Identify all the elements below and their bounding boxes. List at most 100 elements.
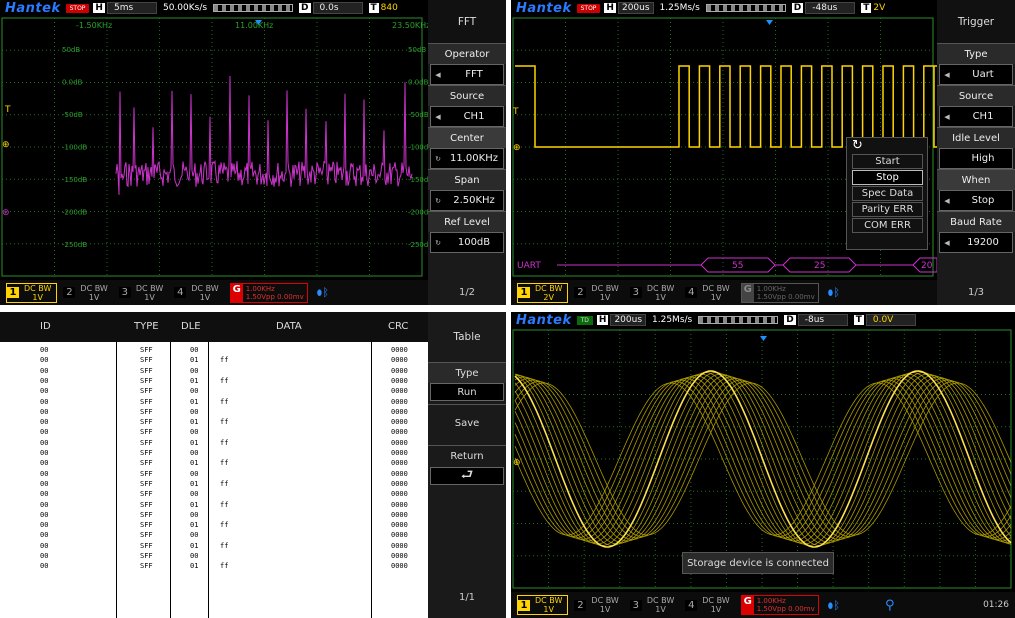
memory-position-indicator <box>698 316 779 324</box>
hantek-logo: Hantek <box>5 0 61 16</box>
h-label: H <box>93 3 105 13</box>
type-select[interactable]: ◀ Uart <box>939 64 1013 85</box>
table-cell: 00 <box>40 418 49 427</box>
ch3-status[interactable]: 3 DC BW 1V <box>629 283 679 303</box>
when-option-parity-err[interactable]: Parity ERR <box>852 202 923 217</box>
table-row[interactable]: 00 SFF 00 0000 <box>0 490 428 500</box>
ch1-status[interactable]: 1 DC BW 1V <box>517 595 569 615</box>
baud-rate-title[interactable]: Baud Rate <box>937 211 1015 232</box>
table-cell: 00 <box>190 531 199 540</box>
table-row[interactable]: 00 SFF 01 ff 0000 <box>0 562 428 572</box>
return-button[interactable]: ⮐ <box>430 467 504 485</box>
timebase-value[interactable]: 5ms <box>106 2 157 14</box>
source-select[interactable]: ◀ CH1 <box>430 106 504 127</box>
delay-value[interactable]: 0.0s <box>312 2 363 14</box>
reflevel-title[interactable]: Ref Level <box>428 211 506 232</box>
table-cell: 00 <box>40 438 49 447</box>
table-row[interactable]: 00 SFF 00 0000 <box>0 387 428 397</box>
generator-status[interactable]: G 1.00KHz 1.50Vpp 0.00mv <box>740 595 819 615</box>
table-row[interactable]: 00 SFF 00 0000 <box>0 367 428 377</box>
generator-status[interactable]: G 1.00KHz 1.50Vpp 0.00mv <box>740 282 819 303</box>
delay-value[interactable]: -48us <box>805 2 856 14</box>
run-status-badge[interactable]: STOP <box>65 3 90 13</box>
idle-level-title[interactable]: Idle Level <box>937 127 1015 148</box>
source-title[interactable]: Source <box>937 85 1015 106</box>
table-row[interactable]: 00 SFF 01 ff 0000 <box>0 356 428 366</box>
when-option-spec-data[interactable]: Spec Data <box>852 186 923 201</box>
table-cell: 0000 <box>391 418 408 427</box>
operator-select[interactable]: ◀ FFT <box>430 64 504 85</box>
ch1-status[interactable]: 1 DC BW 1V <box>6 282 58 303</box>
table-row[interactable]: 00 SFF 00 0000 <box>0 470 428 480</box>
trigger-side-menu: Trigger Type ◀ Uart Source ◀ CH1 Idle Leve… <box>937 0 1015 280</box>
span-knob[interactable]: ↻ 2.50KHz <box>430 190 504 211</box>
table-row[interactable]: 00 SFF 00 0000 <box>0 511 428 521</box>
ch2-status[interactable]: 2 DC BW 1V <box>574 595 623 615</box>
ch4-status[interactable]: 4 DC BW 1V <box>174 283 223 303</box>
table-row[interactable]: 00 SFF 00 0000 <box>0 408 428 418</box>
col-header-type: TYPE <box>134 321 159 332</box>
when-title[interactable]: When <box>937 169 1015 190</box>
when-value: Stop <box>971 195 995 206</box>
table-row[interactable]: 00 SFF 00 0000 <box>0 428 428 438</box>
table-row[interactable]: 00 SFF 00 0000 <box>0 552 428 562</box>
page-indicator[interactable]: 1/3 <box>937 280 1015 305</box>
run-status-badge[interactable]: TD <box>576 315 593 325</box>
return-title[interactable]: Return <box>428 445 506 466</box>
span-title[interactable]: Span <box>428 169 506 190</box>
generator-status[interactable]: G 1.00KHz 1.50Vpp 0.00mv <box>229 282 308 303</box>
table-row[interactable]: 00 SFF 01 ff 0000 <box>0 398 428 408</box>
table-cell: SFF <box>140 387 153 396</box>
table-row[interactable]: 00 SFF 01 ff 0000 <box>0 501 428 511</box>
type-title[interactable]: Type <box>428 362 506 383</box>
ch2-status[interactable]: 2 DC BW 1V <box>63 283 112 303</box>
trigger-level-marker: T <box>512 107 519 117</box>
trigger-level[interactable]: 2V <box>873 3 885 13</box>
table-cell: SFF <box>140 449 153 457</box>
table-row[interactable]: 00 SFF 00 0000 <box>0 346 428 356</box>
operator-title[interactable]: Operator <box>428 43 506 64</box>
table-cell: ff <box>220 521 229 530</box>
page-indicator[interactable]: 1/2 <box>428 280 506 305</box>
when-option-start[interactable]: Start <box>852 154 923 169</box>
trigger-level[interactable]: 840 <box>381 3 398 13</box>
table-row[interactable]: 00 SFF 00 0000 <box>0 449 428 459</box>
ch4-status[interactable]: 4 DC BW 1V <box>685 595 734 615</box>
table-row[interactable]: 00 SFF 01 ff 0000 <box>0 480 428 490</box>
timebase-value[interactable]: 200us <box>610 314 647 326</box>
col-header-id: ID <box>40 321 51 332</box>
table-row[interactable]: 00 SFF 01 ff 0000 <box>0 439 428 449</box>
ch3-status[interactable]: 3 DC BW 1V <box>629 595 679 615</box>
type-title[interactable]: Type <box>937 43 1015 64</box>
table-cell: 0000 <box>391 366 408 375</box>
table-row[interactable]: 00 SFF 01 ff 0000 <box>0 459 428 469</box>
delay-value[interactable]: -8us <box>797 314 848 326</box>
save-button[interactable]: Save <box>428 404 506 442</box>
table-cell: ff <box>220 541 229 550</box>
when-option-com-err[interactable]: COM ERR <box>852 218 923 233</box>
page-indicator[interactable]: 1/1 <box>428 582 506 612</box>
ch1-status[interactable]: 1 DC BW 2V <box>517 282 569 303</box>
table-row[interactable]: 00 SFF 01 ff 0000 <box>0 377 428 387</box>
type-select[interactable]: Run <box>430 383 504 401</box>
table-row[interactable]: 00 SFF 01 ff 0000 <box>0 521 428 531</box>
ch3-status[interactable]: 3 DC BW 1V <box>118 283 168 303</box>
timebase-value[interactable]: 200us <box>617 2 654 14</box>
source-title[interactable]: Source <box>428 85 506 106</box>
when-select[interactable]: ◀ Stop <box>939 190 1013 211</box>
center-title[interactable]: Center <box>428 127 506 148</box>
reflevel-knob[interactable]: ↻ 100dB <box>430 232 504 253</box>
source-select[interactable]: ◀ CH1 <box>939 106 1013 127</box>
decode-table-screen: ID TYPE DLE DATA CRC 00 SFF 00 0000 00 SFF 01 f… <box>0 312 506 618</box>
table-row[interactable]: 00 SFF 00 0000 <box>0 531 428 541</box>
baud-rate-select[interactable]: ◀ 19200 <box>939 232 1013 253</box>
table-row[interactable]: 00 SFF 01 ff 0000 <box>0 418 428 428</box>
ch4-status[interactable]: 4 DC BW 1V <box>685 283 734 303</box>
center-knob[interactable]: ↻ 11.00KHz <box>430 148 504 169</box>
trigger-level[interactable]: 0.0V <box>865 314 916 326</box>
idle-level-select[interactable]: High <box>939 148 1013 169</box>
when-option-stop[interactable]: Stop <box>852 170 923 185</box>
run-status-badge[interactable]: STOP <box>576 3 601 13</box>
table-row[interactable]: 00 SFF 01 ff 0000 <box>0 542 428 552</box>
ch2-status[interactable]: 2 DC BW 1V <box>574 283 623 303</box>
